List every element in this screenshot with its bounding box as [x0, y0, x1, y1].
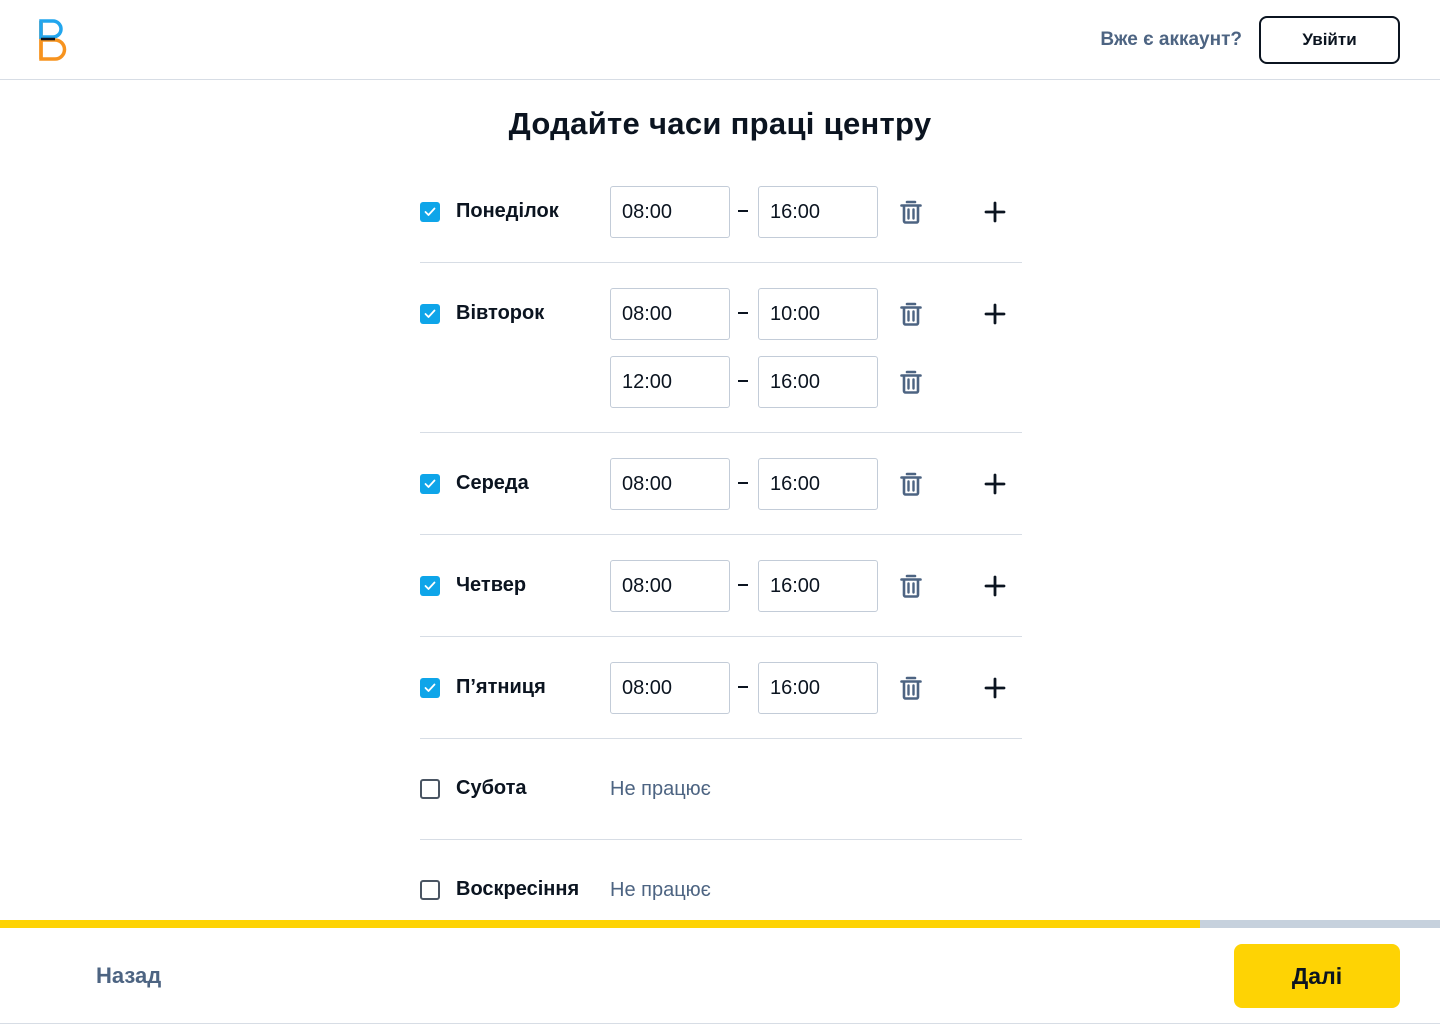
- end-time-input[interactable]: [758, 458, 878, 510]
- day-label: Середа: [456, 472, 529, 494]
- check-icon: [424, 207, 436, 217]
- end-time-input[interactable]: [758, 186, 878, 238]
- working-hours-schedule: Понеділок Вівторок Середа Четвер П’ятниця Суб…: [420, 161, 1022, 941]
- end-time-input[interactable]: [758, 662, 878, 714]
- start-time-input[interactable]: [610, 288, 730, 340]
- brand-logo[interactable]: [36, 18, 72, 62]
- check-icon: [424, 479, 436, 489]
- day-checkbox[interactable]: [420, 880, 440, 900]
- trash-icon[interactable]: [898, 301, 924, 327]
- progress-bar: [0, 920, 1440, 928]
- plus-icon[interactable]: [984, 575, 1006, 597]
- top-header: Вже є аккаунт? Увійти: [0, 0, 1440, 80]
- plus-icon[interactable]: [984, 473, 1006, 495]
- time-slot: Понеділок: [420, 186, 1022, 238]
- start-time-input[interactable]: [610, 560, 730, 612]
- end-time-input[interactable]: [758, 560, 878, 612]
- day-row: Понеділок: [420, 161, 1022, 263]
- start-time-input[interactable]: [610, 458, 730, 510]
- time-slot: П’ятниця: [420, 662, 1022, 714]
- check-icon: [424, 683, 436, 693]
- day-checkbox[interactable]: [420, 474, 440, 494]
- day-label: П’ятниця: [456, 676, 546, 698]
- day-checkbox[interactable]: [420, 304, 440, 324]
- account-question: Вже є аккаунт?: [1100, 29, 1242, 50]
- day-status: Не працює: [610, 778, 711, 800]
- trash-icon[interactable]: [898, 573, 924, 599]
- check-icon: [424, 581, 436, 591]
- end-time-input[interactable]: [758, 356, 878, 408]
- day-checkbox[interactable]: [420, 576, 440, 596]
- trash-icon[interactable]: [898, 369, 924, 395]
- day-label: Понеділок: [456, 200, 559, 222]
- day-checkbox[interactable]: [420, 678, 440, 698]
- trash-icon[interactable]: [898, 199, 924, 225]
- time-range-separator: [738, 210, 748, 212]
- bottom-navigation: Назад Далі: [0, 928, 1440, 1024]
- time-slot: [420, 356, 1022, 408]
- plus-icon[interactable]: [984, 677, 1006, 699]
- day-row: Четвер: [420, 535, 1022, 637]
- progress-bar-fill: [0, 920, 1200, 928]
- time-range-separator: [738, 312, 748, 314]
- trash-icon[interactable]: [898, 675, 924, 701]
- login-button[interactable]: Увійти: [1259, 16, 1400, 64]
- next-button[interactable]: Далі: [1234, 944, 1400, 1008]
- day-label: Четвер: [456, 574, 527, 596]
- trash-icon[interactable]: [898, 471, 924, 497]
- time-range-separator: [738, 380, 748, 382]
- plus-icon[interactable]: [984, 303, 1006, 325]
- back-button[interactable]: Назад: [96, 963, 161, 989]
- day-row: Вівторок: [420, 263, 1022, 433]
- time-slot: Середа: [420, 458, 1022, 510]
- time-slot: Четвер: [420, 560, 1022, 612]
- time-range-separator: [738, 584, 748, 586]
- time-range-separator: [738, 482, 748, 484]
- day-checkbox[interactable]: [420, 779, 440, 799]
- end-time-input[interactable]: [758, 288, 878, 340]
- check-icon: [424, 309, 436, 319]
- day-row: П’ятниця: [420, 637, 1022, 739]
- day-row: Субота Не працює: [420, 739, 1022, 840]
- time-range-separator: [738, 686, 748, 688]
- day-status: Не працює: [610, 879, 711, 901]
- page-title: Додайте часи праці центру: [508, 106, 932, 141]
- time-slot: Вівторок: [420, 288, 1022, 340]
- day-label: Субота: [456, 777, 527, 799]
- start-time-input[interactable]: [610, 662, 730, 714]
- day-checkbox[interactable]: [420, 202, 440, 222]
- plus-icon[interactable]: [984, 201, 1006, 223]
- start-time-input[interactable]: [610, 356, 730, 408]
- day-row: Середа: [420, 433, 1022, 535]
- day-label: Вівторок: [456, 302, 545, 324]
- start-time-input[interactable]: [610, 186, 730, 238]
- day-label: Воскресіння: [456, 878, 580, 900]
